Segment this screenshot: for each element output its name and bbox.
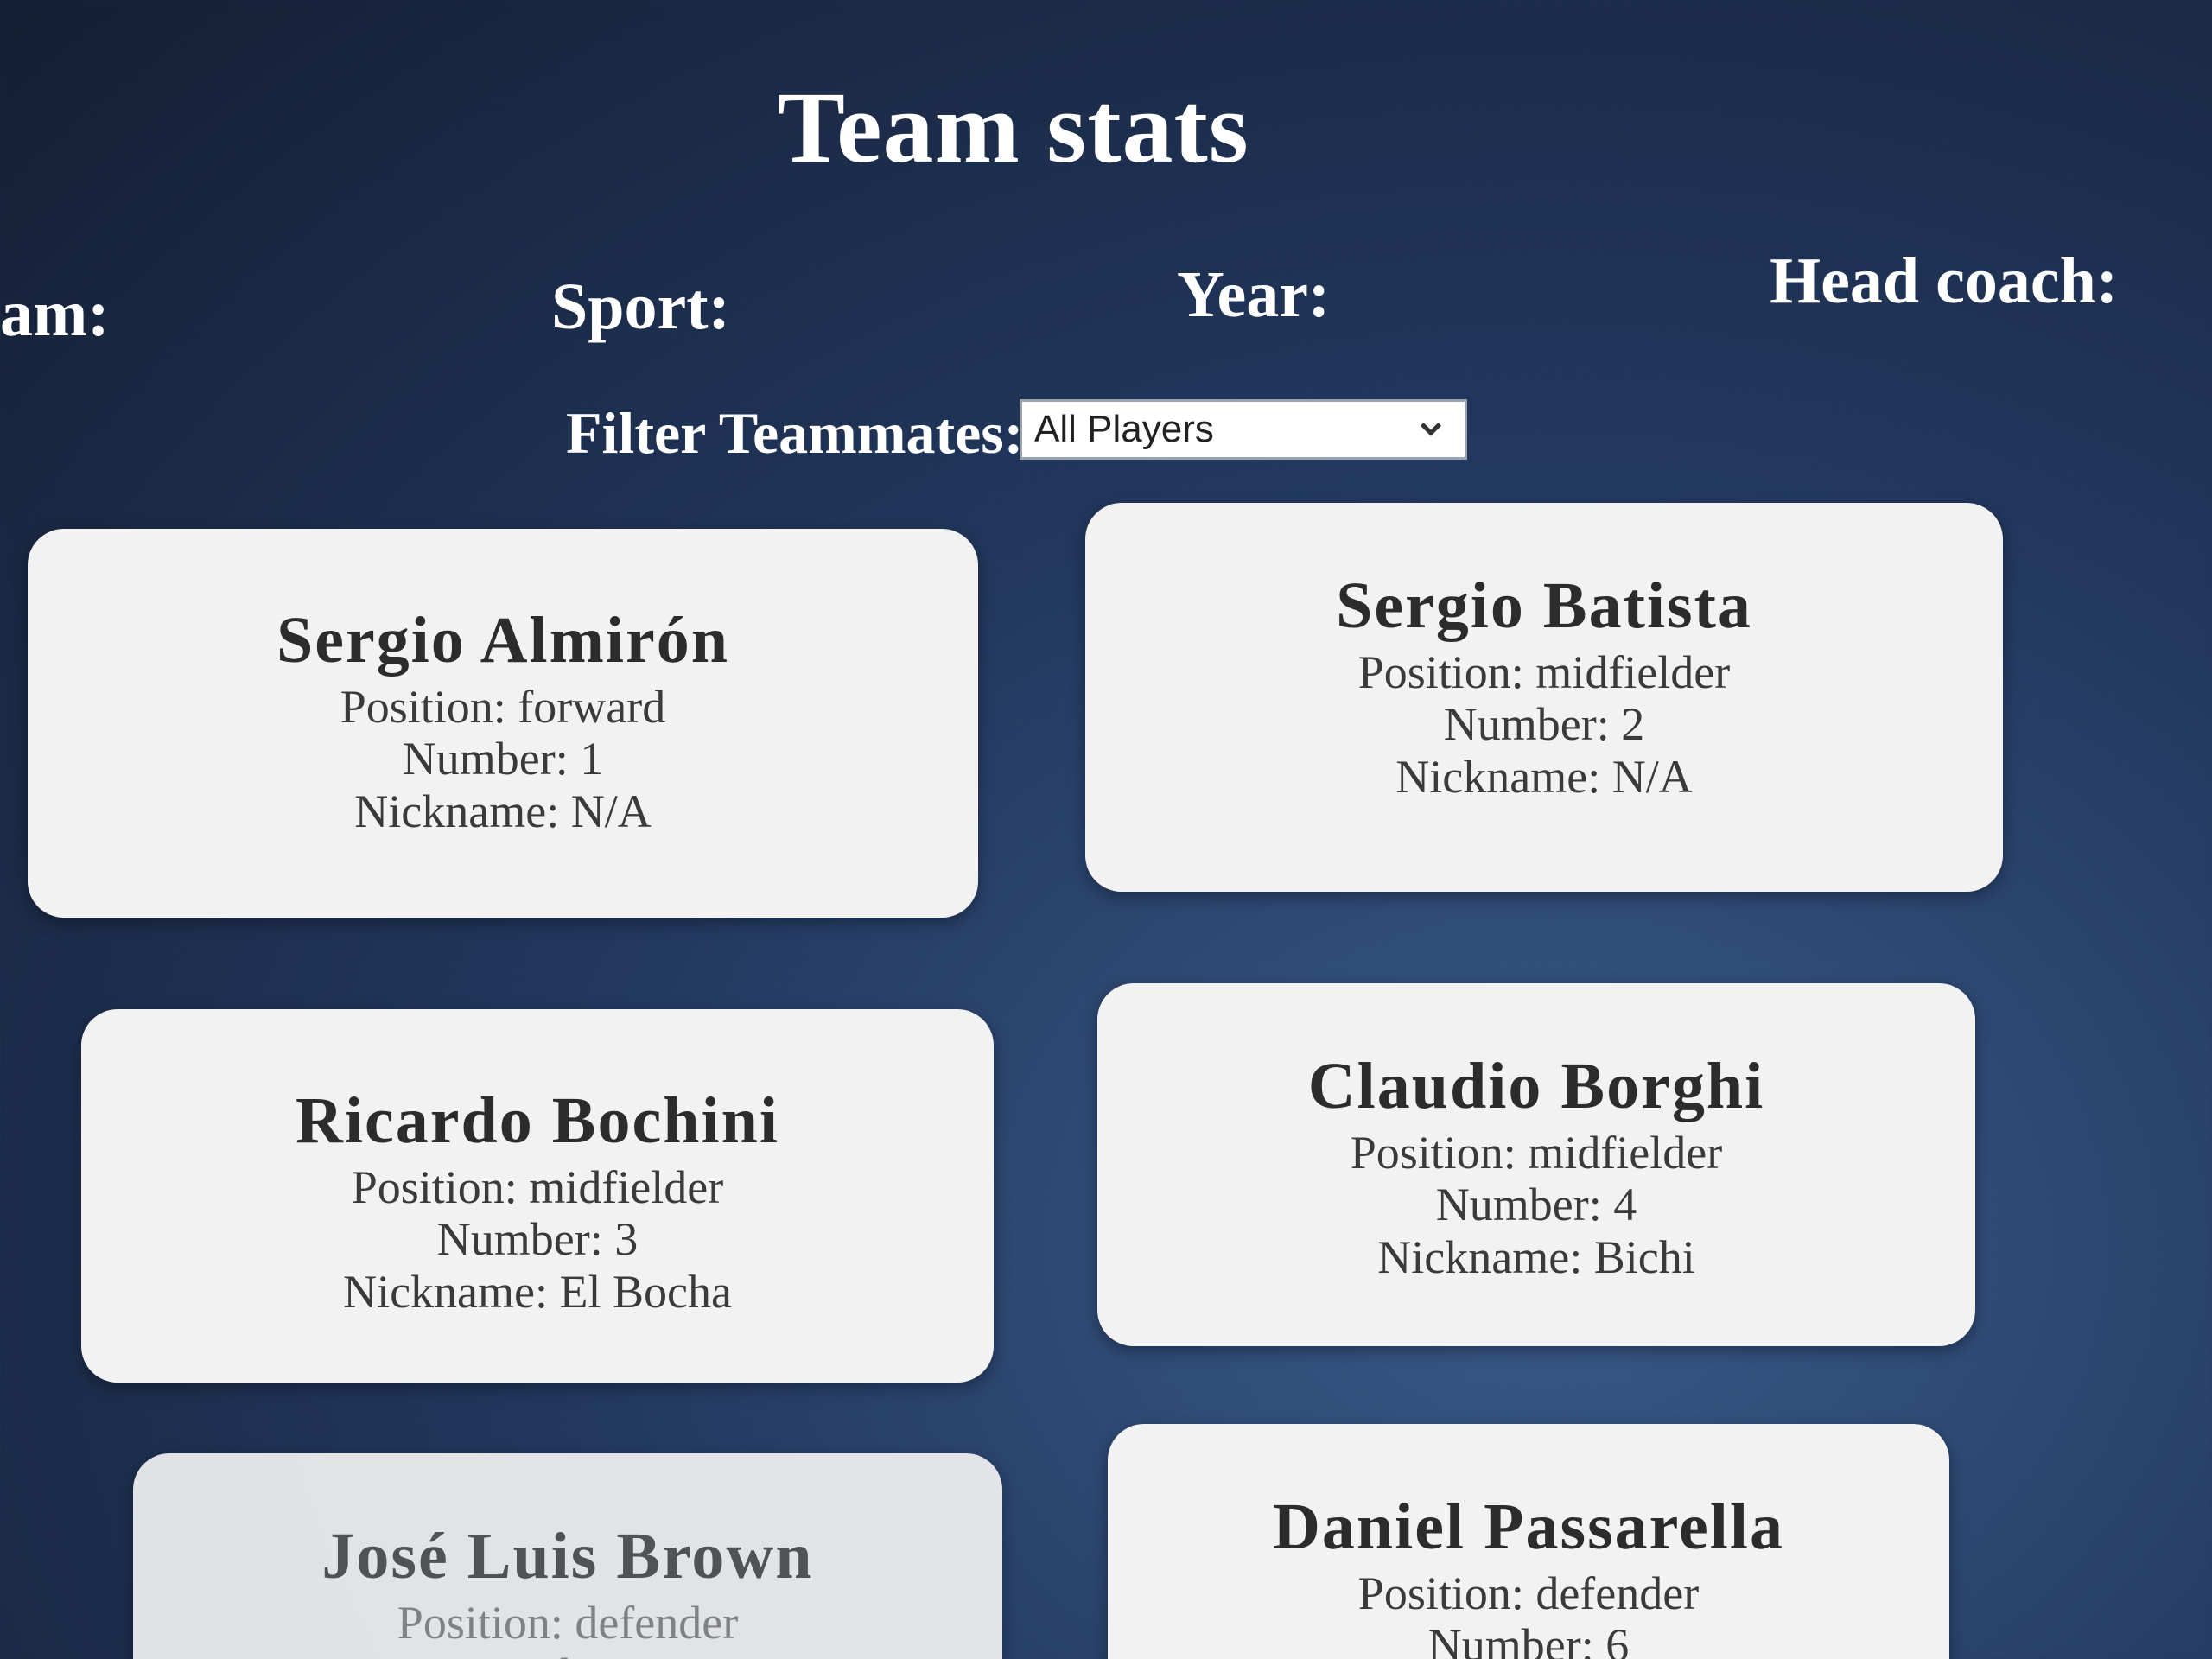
player-card[interactable]: Claudio Borghi Position: midfielder Numb… <box>1097 983 1975 1346</box>
player-card[interactable]: Sergio Almirón Position: forward Number:… <box>28 529 978 918</box>
player-card[interactable]: Daniel Passarella Position: defender Num… <box>1108 1424 1949 1659</box>
player-name: José Luis Brown <box>321 1520 814 1592</box>
player-number: Number: 2 <box>1443 698 1645 751</box>
player-nickname: Nickname: Bichi <box>1377 1230 1695 1283</box>
page-title: Team stats <box>777 71 1249 184</box>
player-name: Sergio Almirón <box>276 604 730 677</box>
player-number: Number: 3 <box>436 1213 639 1266</box>
filter-selected-value: All Players <box>1034 408 1214 450</box>
player-name: Ricardo Bochini <box>296 1084 779 1157</box>
head-coach-label: Head coach: <box>1770 245 2119 317</box>
player-number: Number: 5 <box>133 1649 1002 1659</box>
player-card[interactable]: Sergio Batista Position: midfielder Numb… <box>1085 503 2003 892</box>
player-name: Sergio Batista <box>1336 569 1752 642</box>
year-label: Year: <box>1177 258 1331 331</box>
player-nickname: Nickname: N/A <box>354 785 652 837</box>
player-card[interactable]: Ricardo Bochini Position: midfielder Num… <box>81 1009 994 1382</box>
team-label: am: <box>0 277 110 350</box>
player-position: Position: midfielder <box>1357 645 1731 698</box>
player-position: Position: midfielder <box>1350 1126 1723 1179</box>
player-name: Daniel Passarella <box>1272 1491 1784 1563</box>
player-position: Position: defender <box>1357 1567 1700 1619</box>
player-nickname: Nickname: El Bocha <box>343 1265 732 1318</box>
filter-teammates-label: Filter Teammates: <box>566 400 1024 466</box>
chevron-down-icon <box>1420 423 1442 436</box>
player-number: Number: 4 <box>1435 1179 1637 1231</box>
player-name: Claudio Borghi <box>1307 1050 1765 1122</box>
player-position: Position: midfielder <box>351 1160 724 1213</box>
sport-label: Sport: <box>551 270 730 343</box>
filter-teammates-select[interactable]: All Players <box>1020 399 1467 460</box>
player-card[interactable]: José Luis Brown Position: defender Numbe… <box>133 1453 1002 1659</box>
player-number: Number: 1 <box>402 733 604 785</box>
player-number: Number: 6 <box>1427 1619 1630 1659</box>
player-nickname: Nickname: N/A <box>1395 750 1693 803</box>
player-position: Position: forward <box>340 680 666 733</box>
player-position: Position: defender <box>397 1596 739 1649</box>
